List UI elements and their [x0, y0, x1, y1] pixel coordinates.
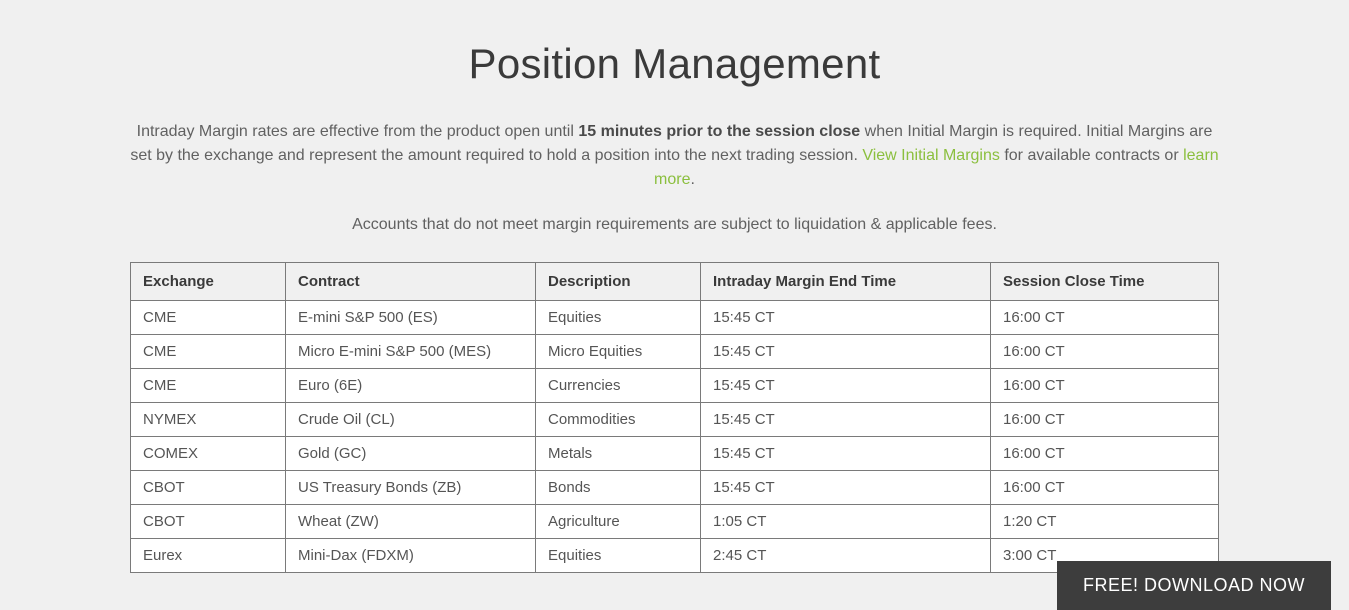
- table-row: CMEE-mini S&P 500 (ES)Equities15:45 CT16…: [131, 301, 1219, 335]
- cell-intraday: 15:45 CT: [701, 471, 991, 505]
- intro-text-3: for available contracts or: [1000, 147, 1183, 164]
- cell-intraday: 15:45 CT: [701, 403, 991, 437]
- cell-contract: Euro (6E): [286, 369, 536, 403]
- page-title: Position Management: [130, 40, 1219, 88]
- cell-intraday: 2:45 CT: [701, 539, 991, 573]
- cell-description: Bonds: [536, 471, 701, 505]
- download-cta-button[interactable]: FREE! DOWNLOAD NOW: [1057, 561, 1331, 610]
- cell-contract: Gold (GC): [286, 437, 536, 471]
- table-row: NYMEXCrude Oil (CL)Commodities15:45 CT16…: [131, 403, 1219, 437]
- cell-contract: E-mini S&P 500 (ES): [286, 301, 536, 335]
- cell-session: 16:00 CT: [991, 335, 1219, 369]
- cell-exchange: NYMEX: [131, 403, 286, 437]
- intro-paragraph: Intraday Margin rates are effective from…: [130, 120, 1219, 192]
- table-row: EurexMini-Dax (FDXM)Equities2:45 CT3:00 …: [131, 539, 1219, 573]
- cell-intraday: 15:45 CT: [701, 437, 991, 471]
- cell-exchange: CME: [131, 335, 286, 369]
- cell-exchange: CBOT: [131, 505, 286, 539]
- table-header-row: Exchange Contract Description Intraday M…: [131, 263, 1219, 301]
- header-intraday: Intraday Margin End Time: [701, 263, 991, 301]
- cell-description: Micro Equities: [536, 335, 701, 369]
- intro-text-4: .: [691, 171, 695, 188]
- cell-contract: Crude Oil (CL): [286, 403, 536, 437]
- cell-intraday: 1:05 CT: [701, 505, 991, 539]
- page-container: Position Management Intraday Margin rate…: [0, 0, 1349, 610]
- intro-text-1: Intraday Margin rates are effective from…: [137, 123, 579, 140]
- header-contract: Contract: [286, 263, 536, 301]
- cell-session: 16:00 CT: [991, 471, 1219, 505]
- cell-exchange: CBOT: [131, 471, 286, 505]
- table-row: COMEXGold (GC)Metals15:45 CT16:00 CT: [131, 437, 1219, 471]
- margin-table: Exchange Contract Description Intraday M…: [130, 262, 1219, 573]
- header-description: Description: [536, 263, 701, 301]
- cell-description: Currencies: [536, 369, 701, 403]
- header-exchange: Exchange: [131, 263, 286, 301]
- cell-contract: US Treasury Bonds (ZB): [286, 471, 536, 505]
- view-initial-margins-link[interactable]: View Initial Margins: [862, 147, 1000, 164]
- cell-intraday: 15:45 CT: [701, 301, 991, 335]
- cell-description: Equities: [536, 539, 701, 573]
- cell-description: Equities: [536, 301, 701, 335]
- cell-session: 1:20 CT: [991, 505, 1219, 539]
- table-row: CMEMicro E-mini S&P 500 (MES)Micro Equit…: [131, 335, 1219, 369]
- cell-exchange: CME: [131, 369, 286, 403]
- cell-description: Metals: [536, 437, 701, 471]
- cell-session: 16:00 CT: [991, 369, 1219, 403]
- cell-contract: Micro E-mini S&P 500 (MES): [286, 335, 536, 369]
- cell-intraday: 15:45 CT: [701, 335, 991, 369]
- cell-exchange: CME: [131, 301, 286, 335]
- cell-exchange: Eurex: [131, 539, 286, 573]
- table-row: CBOTWheat (ZW)Agriculture1:05 CT1:20 CT: [131, 505, 1219, 539]
- table-row: CBOTUS Treasury Bonds (ZB)Bonds15:45 CT1…: [131, 471, 1219, 505]
- liquidation-note: Accounts that do not meet margin require…: [130, 216, 1219, 234]
- cell-contract: Mini-Dax (FDXM): [286, 539, 536, 573]
- cell-description: Agriculture: [536, 505, 701, 539]
- cell-contract: Wheat (ZW): [286, 505, 536, 539]
- cell-session: 16:00 CT: [991, 301, 1219, 335]
- cell-session: 16:00 CT: [991, 437, 1219, 471]
- cell-session: 16:00 CT: [991, 403, 1219, 437]
- header-session: Session Close Time: [991, 263, 1219, 301]
- intro-bold: 15 minutes prior to the session close: [578, 123, 860, 140]
- cell-exchange: COMEX: [131, 437, 286, 471]
- cell-description: Commodities: [536, 403, 701, 437]
- table-row: CMEEuro (6E)Currencies15:45 CT16:00 CT: [131, 369, 1219, 403]
- cell-intraday: 15:45 CT: [701, 369, 991, 403]
